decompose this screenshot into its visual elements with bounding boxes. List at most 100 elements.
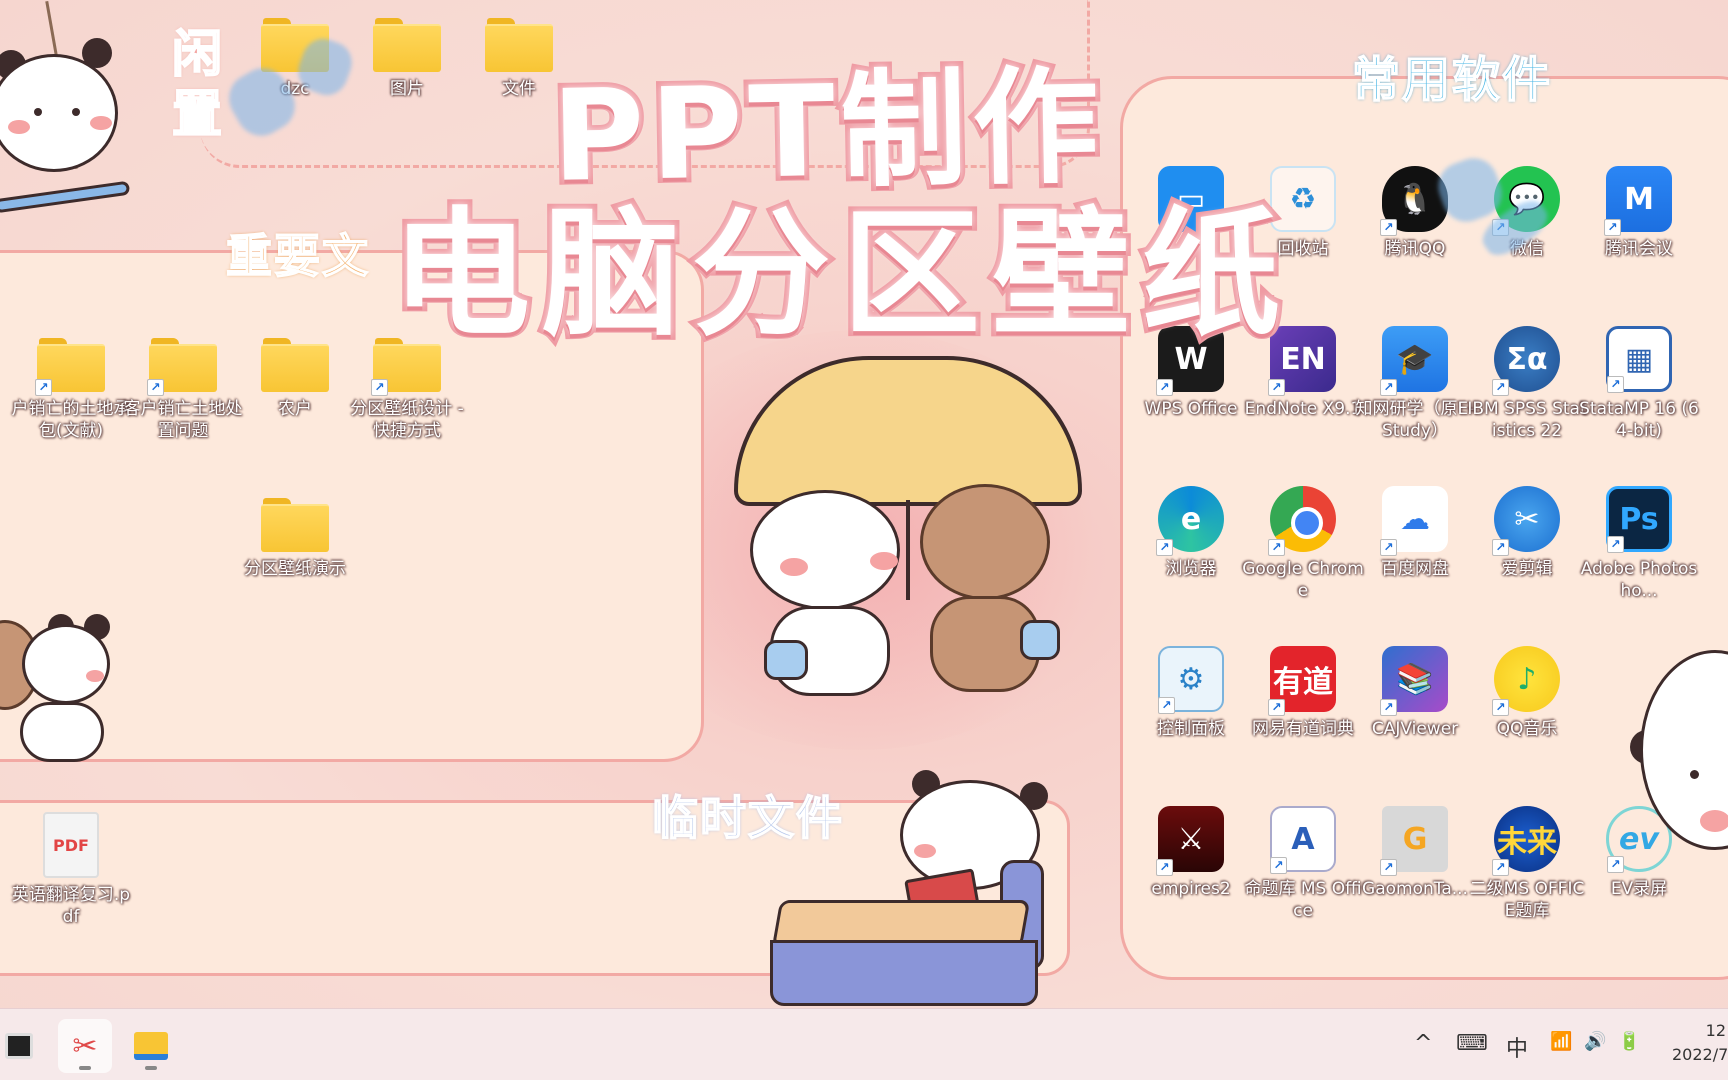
desktop-wallpaper: 闲置 重要文 临时文件 常用软件 dzc 图片 文件 ↗ 户销亡的土地承包(文献… bbox=[0, 0, 1728, 1008]
clock[interactable]: 12 2022/7 bbox=[1672, 1019, 1728, 1067]
folder-icon bbox=[485, 18, 553, 72]
desktop-icon-folder[interactable]: 农户 bbox=[240, 330, 350, 420]
control-panel-icon: ⚙ ↗ bbox=[1158, 646, 1224, 714]
icon-label: WPS Office bbox=[1144, 399, 1238, 419]
desktop-icon-app[interactable]: Σα ↗ IBM SPSS Statistics 22 bbox=[1467, 326, 1587, 442]
wifi-icon[interactable]: 📶 bbox=[1550, 1031, 1572, 1052]
desktop-icon-shortcut[interactable]: ↗ 户销亡的土地承包(文献) bbox=[12, 330, 131, 442]
desktop-icon-app[interactable]: A ↗ 命题库 MS Office bbox=[1244, 806, 1362, 922]
scissors-icon: ✂ bbox=[72, 1028, 98, 1064]
shortcut-arrow-icon: ↗ bbox=[1607, 856, 1624, 873]
taskbar: ✂ ^ ⌨ 中 📶 🔊 🔋 12 2022/7 bbox=[0, 1008, 1728, 1080]
taskbar-app-terminal[interactable] bbox=[0, 1019, 46, 1073]
shortcut-arrow-icon: ↗ bbox=[35, 379, 52, 396]
gaomon-tablet-icon: G ↗ bbox=[1380, 806, 1448, 876]
icon-label: 客户销亡土地处置问题 bbox=[123, 399, 243, 441]
shortcut-arrow-icon: ↗ bbox=[1268, 539, 1285, 556]
shortcut-arrow-icon: ↗ bbox=[1607, 376, 1624, 393]
folder-icon bbox=[261, 338, 329, 392]
taskbar-app-snipping-tool[interactable]: ✂ bbox=[58, 1019, 112, 1073]
desktop-icon-app[interactable]: G ↗ GaomonTa... bbox=[1360, 806, 1470, 900]
icon-label: 腾讯QQ bbox=[1384, 239, 1446, 259]
icon-label: EndNote X9.1 bbox=[1244, 399, 1362, 419]
icon-label: 控制面板 bbox=[1157, 719, 1225, 739]
icon-label: 二级MS OFFICE题库 bbox=[1469, 879, 1585, 921]
overlay-title-line2: 电脑分区壁纸 bbox=[387, 194, 1293, 355]
stata-icon: ▦ ↗ bbox=[1606, 326, 1672, 393]
touch-keyboard-icon[interactable]: ⌨ bbox=[1456, 1031, 1488, 1056]
desktop-icon-app[interactable]: ▦ ↗ StataMP 16 (64-bit) bbox=[1579, 326, 1699, 442]
future-quiz-icon: 未来 ↗ bbox=[1492, 806, 1560, 876]
desktop-icon-app[interactable]: 有道 ↗ 网易有道词典 bbox=[1248, 646, 1358, 740]
shortcut-arrow-icon: ↗ bbox=[1156, 859, 1173, 876]
desktop-icon-app[interactable]: 📚 ↗ CAJViewer bbox=[1360, 646, 1470, 740]
desktop-icon-app[interactable]: ⚔ ↗ empires2 bbox=[1136, 806, 1246, 900]
desktop-icon-folder[interactable]: 图片 bbox=[352, 10, 462, 100]
photoshop-icon: Ps ↗ bbox=[1606, 486, 1672, 553]
icon-label: 分区壁纸设计 - 快捷方式 bbox=[350, 399, 464, 441]
taskbar-app-file-explorer[interactable] bbox=[124, 1019, 178, 1073]
shortcut-arrow-icon: ↗ bbox=[1270, 857, 1287, 874]
icon-label: 农户 bbox=[278, 399, 312, 419]
youdao-dictionary-icon: 有道 ↗ bbox=[1268, 646, 1336, 716]
baidu-netdisk-icon: ☁ ↗ bbox=[1380, 486, 1448, 556]
desktop-icon-pdf[interactable]: PDF 英语翻译复习.pdf bbox=[12, 812, 130, 928]
folder-icon bbox=[134, 1032, 168, 1060]
zone-label-important: 重要文 bbox=[225, 228, 370, 284]
icon-label: CAJViewer bbox=[1371, 719, 1459, 739]
icon-label: Adobe Photosho... bbox=[1580, 559, 1698, 601]
desktop-icon-app[interactable]: ☁ ↗ 百度网盘 bbox=[1360, 486, 1470, 580]
desktop-icon-app[interactable]: Ps ↗ Adobe Photosho... bbox=[1581, 486, 1697, 602]
icon-label: 分区壁纸演示 bbox=[244, 559, 346, 579]
running-indicator bbox=[79, 1066, 91, 1070]
shortcut-arrow-icon: ↗ bbox=[1607, 536, 1624, 553]
desktop-icon-folder[interactable]: 分区壁纸演示 bbox=[240, 490, 350, 580]
desktop-icon-app[interactable]: ✂ ↗ 爱剪辑 bbox=[1472, 486, 1582, 580]
icon-label: EV录屏 bbox=[1610, 879, 1668, 899]
qq-music-icon: ♪ ↗ bbox=[1492, 646, 1560, 716]
shortcut-arrow-icon: ↗ bbox=[1158, 697, 1175, 714]
desktop-icon-shortcut[interactable]: ↗ 客户销亡土地处置问题 bbox=[124, 330, 243, 442]
icon-label: 知网研学（原E-Study） bbox=[1355, 399, 1475, 441]
shortcut-arrow-icon: ↗ bbox=[1380, 219, 1397, 236]
zone-label-temp: 临时文件 bbox=[651, 790, 844, 846]
shortcut-arrow-icon: ↗ bbox=[1156, 539, 1173, 556]
desktop-icon-app[interactable]: ⚙ ↗ 控制面板 bbox=[1136, 646, 1246, 740]
show-hidden-icons-chevron-icon[interactable]: ^ bbox=[1414, 1031, 1432, 1056]
icon-label: 网易有道词典 bbox=[1252, 719, 1354, 739]
ms-office-quiz-icon: A ↗ bbox=[1270, 806, 1336, 874]
icon-label: IBM SPSS Statistics 22 bbox=[1467, 399, 1587, 441]
desktop-icon-app[interactable]: ♪ ↗ QQ音乐 bbox=[1472, 646, 1582, 740]
tencent-meeting-icon: M ↗ bbox=[1604, 166, 1672, 236]
chrome-icon: ↗ bbox=[1268, 486, 1336, 556]
input-method-indicator[interactable]: 中 bbox=[1506, 1031, 1528, 1063]
empires-helmet-icon: ⚔ ↗ bbox=[1156, 806, 1224, 876]
desktop-icon-app[interactable]: 未来 ↗ 二级MS OFFICE题库 bbox=[1470, 806, 1584, 922]
running-indicator bbox=[145, 1066, 157, 1070]
shortcut-arrow-icon: ↗ bbox=[1380, 379, 1397, 396]
shortcut-arrow-icon: ↗ bbox=[1380, 859, 1397, 876]
icon-label: 命题库 MS Office bbox=[1244, 879, 1362, 921]
desktop-icon-app[interactable]: M ↗ 腾讯会议 bbox=[1584, 166, 1694, 260]
qq-penguin-icon: 🐧 ↗ bbox=[1380, 166, 1448, 236]
desktop-icon-app[interactable]: 🎓 ↗ 知网研学（原E-Study） bbox=[1356, 326, 1474, 442]
folder-icon: ↗ bbox=[35, 338, 105, 396]
shortcut-arrow-icon: ↗ bbox=[1380, 699, 1397, 716]
icon-label: 浏览器 bbox=[1165, 559, 1217, 579]
cajviewer-icon: 📚 ↗ bbox=[1380, 646, 1448, 716]
overlay-title-line1: PPT制作 bbox=[546, 48, 1111, 215]
spss-icon: Σα ↗ bbox=[1492, 326, 1560, 396]
battery-icon[interactable]: 🔋 bbox=[1618, 1031, 1640, 1052]
volume-icon[interactable]: 🔊 bbox=[1584, 1031, 1606, 1052]
zone-label-software: 常用软件 bbox=[1351, 51, 1553, 109]
shortcut-arrow-icon: ↗ bbox=[1268, 379, 1285, 396]
zone-label-idle: 闲置 bbox=[171, 24, 224, 144]
umbrella-handle bbox=[906, 500, 910, 600]
video-editor-icon: ✂ ↗ bbox=[1492, 486, 1560, 556]
shortcut-arrow-icon: ↗ bbox=[147, 379, 164, 396]
desktop-icon-app[interactable]: e ↗ 浏览器 bbox=[1136, 486, 1246, 580]
icon-label: 户销亡的土地承包(文献) bbox=[11, 399, 131, 441]
desktop-icon-app[interactable]: ↗ Google Chrome bbox=[1242, 486, 1364, 602]
shortcut-arrow-icon: ↗ bbox=[371, 379, 388, 396]
icon-label: 爱剪辑 bbox=[1501, 559, 1553, 579]
